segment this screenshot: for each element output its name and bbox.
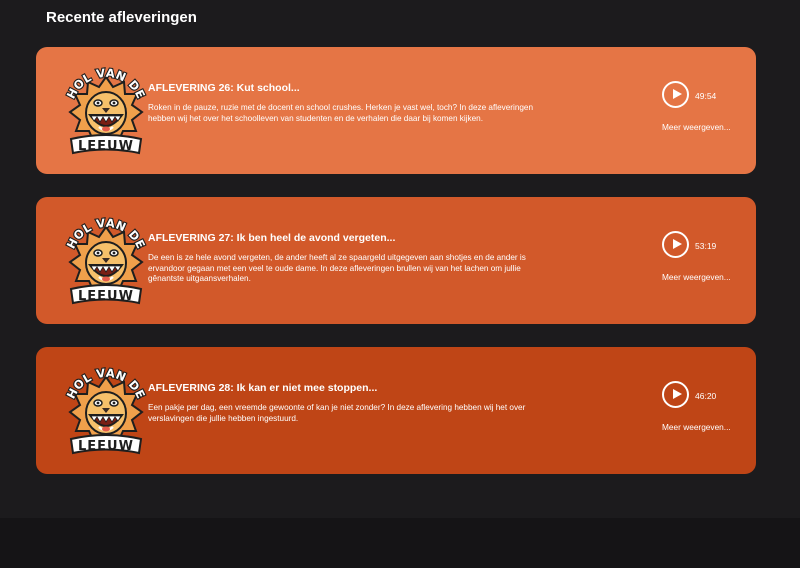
footer xyxy=(0,518,800,568)
episode-duration: 53:19 xyxy=(695,241,717,251)
episode-duration: 49:54 xyxy=(695,91,717,101)
play-button[interactable] xyxy=(662,231,689,258)
episode-title: AFLEVERING 28: Ik kan er niet mee stoppe… xyxy=(148,382,378,394)
episode-card: HOL VAN DE LEEUW AFLEVERING 26: Kut scho… xyxy=(36,47,756,174)
episode-description: De een is ze hele avond vergeten, de and… xyxy=(148,253,526,283)
play-button[interactable] xyxy=(662,381,689,408)
svg-text:LEEUW: LEEUW xyxy=(78,139,134,154)
episode-list: HOL VAN DE LEEUW AFLEVERING 26: Kut scho… xyxy=(36,47,756,497)
play-button[interactable] xyxy=(662,81,689,108)
lion-logo: HOL VAN DE LEEUW xyxy=(63,215,149,305)
episode-card: HOL VAN DE LEEUW AFLEVERING 28: Ik kan e… xyxy=(36,347,756,474)
svg-text:LEEUW: LEEUW xyxy=(78,439,134,454)
lion-logo: HOL VAN DE LEEUW xyxy=(63,365,149,455)
more-link[interactable]: Meer weergeven... xyxy=(662,272,731,282)
podcast-logo: HOL VAN DE LEEUW xyxy=(63,215,149,305)
podcast-logo: HOL VAN DE LEEUW xyxy=(63,65,149,155)
episode-title: AFLEVERING 26: Kut school... xyxy=(148,82,300,94)
episode-card: HOL VAN DE LEEUW AFLEVERING 27: Ik ben h… xyxy=(36,197,756,324)
podcast-logo: HOL VAN DE LEEUW xyxy=(63,365,149,455)
play-icon xyxy=(673,89,682,99)
section-title: Recente afleveringen xyxy=(46,9,197,26)
episode-duration: 46:20 xyxy=(695,391,717,401)
play-icon xyxy=(673,389,682,399)
episode-title: AFLEVERING 27: Ik ben heel de avond verg… xyxy=(148,232,396,244)
episode-description: Roken in de pauze, ruzie met de docent e… xyxy=(148,103,534,123)
more-link[interactable]: Meer weergeven... xyxy=(662,122,731,132)
play-icon xyxy=(673,239,682,249)
more-link[interactable]: Meer weergeven... xyxy=(662,422,731,432)
svg-text:LEEUW: LEEUW xyxy=(78,289,134,304)
lion-logo: HOL VAN DE LEEUW xyxy=(63,65,149,155)
episode-description: Een pakje per dag, een vreemde gewoonte … xyxy=(148,403,526,423)
